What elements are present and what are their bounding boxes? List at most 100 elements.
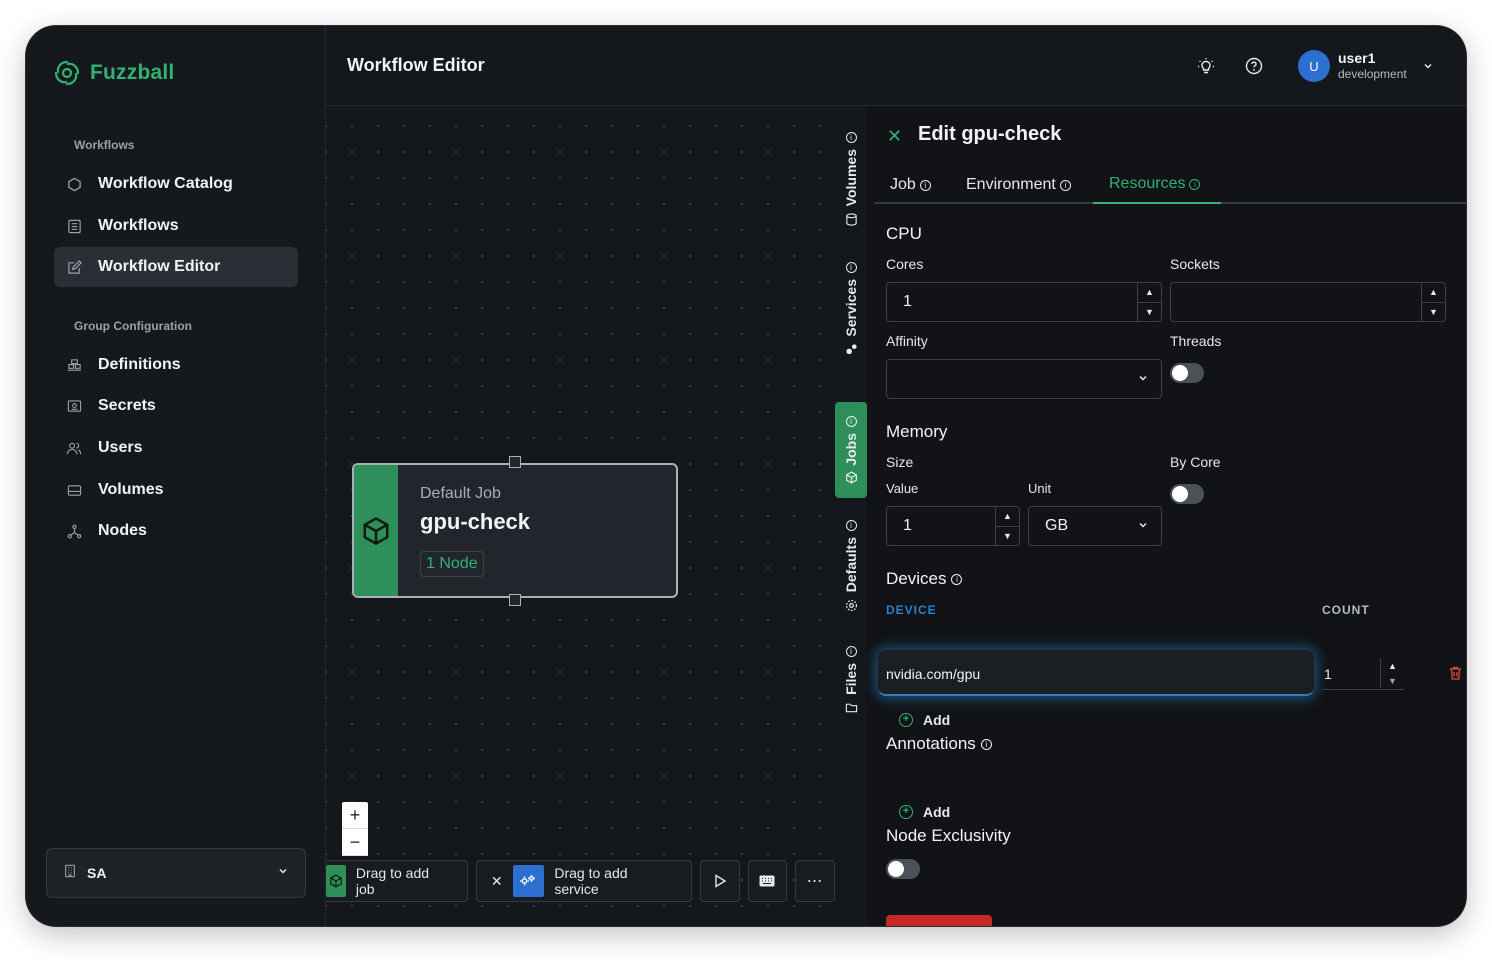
section-label-workflows: Workflows (74, 138, 135, 152)
zoom-controls: + − (342, 802, 368, 856)
gears-icon (845, 344, 857, 354)
affinity-select[interactable] (886, 359, 1162, 399)
brand[interactable]: Fuzzball (52, 58, 174, 88)
workflow-canvas[interactable]: Default Job gpu-check 1 Node + − Drag to… (326, 106, 836, 926)
user-name[interactable]: user1 (1338, 50, 1375, 66)
add-annotation-button[interactable]: + Add (899, 804, 950, 820)
keyboard-button[interactable] (747, 860, 788, 902)
node-exclusivity-heading: Node Exclusivity (886, 826, 1011, 845)
count-column-header: COUNT (1322, 603, 1370, 617)
device-name-value: nvidia.com/gpu (886, 666, 981, 682)
sidebar: Fuzzball Workflows Workflow Catalog Work… (26, 26, 326, 926)
primary-action-button[interactable] (886, 915, 992, 926)
close-icon[interactable]: ✕ (491, 873, 503, 890)
by-core-toggle[interactable] (1170, 484, 1204, 504)
info-icon: i (980, 738, 992, 750)
sockets-stepper[interactable]: ▲ ▼ (1421, 283, 1445, 321)
close-icon[interactable]: ✕ (887, 126, 902, 147)
tab-environment[interactable]: Environment i (950, 166, 1087, 204)
org-select[interactable]: SA (46, 848, 306, 898)
job-node-name: gpu-check (420, 509, 531, 534)
panel-title: Edit gpu-check (918, 123, 1062, 145)
memory-unit-select[interactable]: GB (1028, 506, 1162, 546)
list-icon (66, 218, 82, 234)
device-column-header: DEVICE (886, 603, 937, 617)
nodes-icon (66, 523, 82, 539)
rail-tab-services[interactable]: i Services (835, 254, 867, 364)
memory-heading: Memory (886, 422, 948, 441)
chevron-down-icon[interactable] (1418, 56, 1438, 76)
job-node[interactable]: Default Job gpu-check 1 Node (352, 463, 678, 598)
brand-name: Fuzzball (90, 61, 175, 84)
more-button[interactable]: ⋯ (795, 860, 836, 902)
annotations-heading: Annotations i (886, 734, 992, 754)
sidebar-item-secrets[interactable]: Secrets (54, 386, 298, 426)
stack-icon (66, 357, 82, 373)
sidebar-item-label: Nodes (98, 522, 147, 539)
run-button[interactable] (699, 860, 740, 902)
rail-tab-files[interactable]: i Files (835, 642, 867, 718)
tab-job[interactable]: Job i (874, 166, 947, 204)
help-icon[interactable] (1244, 56, 1264, 76)
sidebar-item-users[interactable]: Users (54, 428, 298, 468)
edit-panel: ✕ Edit gpu-check Job i Environment i Res… (867, 106, 1466, 926)
panel-tabs: Job i Environment i Resources i (874, 166, 1466, 204)
by-core-label: By Core (1170, 454, 1221, 470)
zoom-out-button[interactable]: − (342, 829, 368, 856)
rail-tab-defaults[interactable]: i Defaults (835, 516, 867, 616)
sidebar-item-nodes[interactable]: Nodes (54, 511, 298, 551)
cube-icon (845, 471, 857, 484)
job-node-strip (354, 465, 398, 596)
trash-icon[interactable] (1449, 666, 1462, 685)
info-icon: i (845, 132, 857, 144)
memory-value-input[interactable]: 1 ▲ ▼ (886, 506, 1020, 546)
chevron-down-icon (277, 864, 289, 882)
device-count-stepper[interactable]: ▲ ▼ (1380, 658, 1404, 688)
zoom-in-button[interactable]: + (342, 802, 368, 829)
unit-label: Unit (1028, 481, 1052, 496)
device-count-input[interactable]: 1 ▲ ▼ (1322, 656, 1404, 690)
top-header: Workflow Editor U user1 development (326, 26, 1466, 106)
users-icon (66, 440, 82, 456)
sidebar-item-volumes[interactable]: Volumes (54, 470, 298, 510)
folder-icon (845, 703, 857, 713)
sidebar-item-label: Workflow Catalog (98, 175, 233, 192)
rail-tab-volumes[interactable]: i Volumes (835, 124, 867, 234)
device-count-value: 1 (1324, 666, 1332, 682)
node-handle-top[interactable] (509, 456, 521, 468)
devices-heading-label: Devices (886, 569, 947, 588)
rail-tab-jobs[interactable]: i Jobs (835, 402, 867, 498)
affinity-label: Affinity (886, 333, 928, 349)
add-device-button[interactable]: + Add (899, 712, 950, 728)
avatar[interactable]: U (1298, 50, 1330, 82)
keyboard-icon (759, 875, 775, 887)
cores-label: Cores (886, 256, 924, 272)
memory-unit: GB (1045, 517, 1069, 534)
sidebar-item-definitions[interactable]: Definitions (54, 345, 298, 385)
side-rail: i Volumes i Services i Jobs i Defaults i… (835, 106, 867, 926)
threads-toggle[interactable] (1170, 363, 1204, 383)
device-name-input[interactable]: nvidia.com/gpu (878, 650, 1314, 696)
drive-icon (66, 482, 82, 498)
node-exclusivity-toggle[interactable] (886, 859, 920, 879)
lightbulb-icon[interactable] (1196, 56, 1216, 76)
tab-label: Job (890, 176, 916, 193)
tab-resources[interactable]: Resources i (1093, 166, 1221, 204)
sockets-input[interactable]: ▲ ▼ (1170, 282, 1446, 322)
node-handle-bottom[interactable] (509, 594, 521, 606)
cpu-heading: CPU (886, 224, 922, 243)
sidebar-item-workflows[interactable]: Workflows (54, 206, 298, 246)
cores-input[interactable]: 1 ▲ ▼ (886, 282, 1162, 322)
app-window: Fuzzball Workflows Workflow Catalog Work… (26, 26, 1466, 926)
sidebar-item-workflow-editor[interactable]: Workflow Editor (54, 247, 298, 287)
sidebar-item-label: Workflow Editor (98, 258, 221, 275)
add-job-button[interactable]: Drag to add job (326, 860, 468, 902)
memory-value-stepper[interactable]: ▲ ▼ (995, 507, 1019, 545)
rail-tab-label: Jobs (843, 432, 859, 466)
memory-value: 1 (903, 517, 912, 534)
play-icon (714, 874, 726, 888)
cores-stepper[interactable]: ▲ ▼ (1137, 283, 1161, 321)
sidebar-item-workflow-catalog[interactable]: Workflow Catalog (54, 164, 298, 204)
add-service-button[interactable]: ✕ Drag to add service (475, 860, 692, 902)
cube-icon (363, 516, 389, 545)
